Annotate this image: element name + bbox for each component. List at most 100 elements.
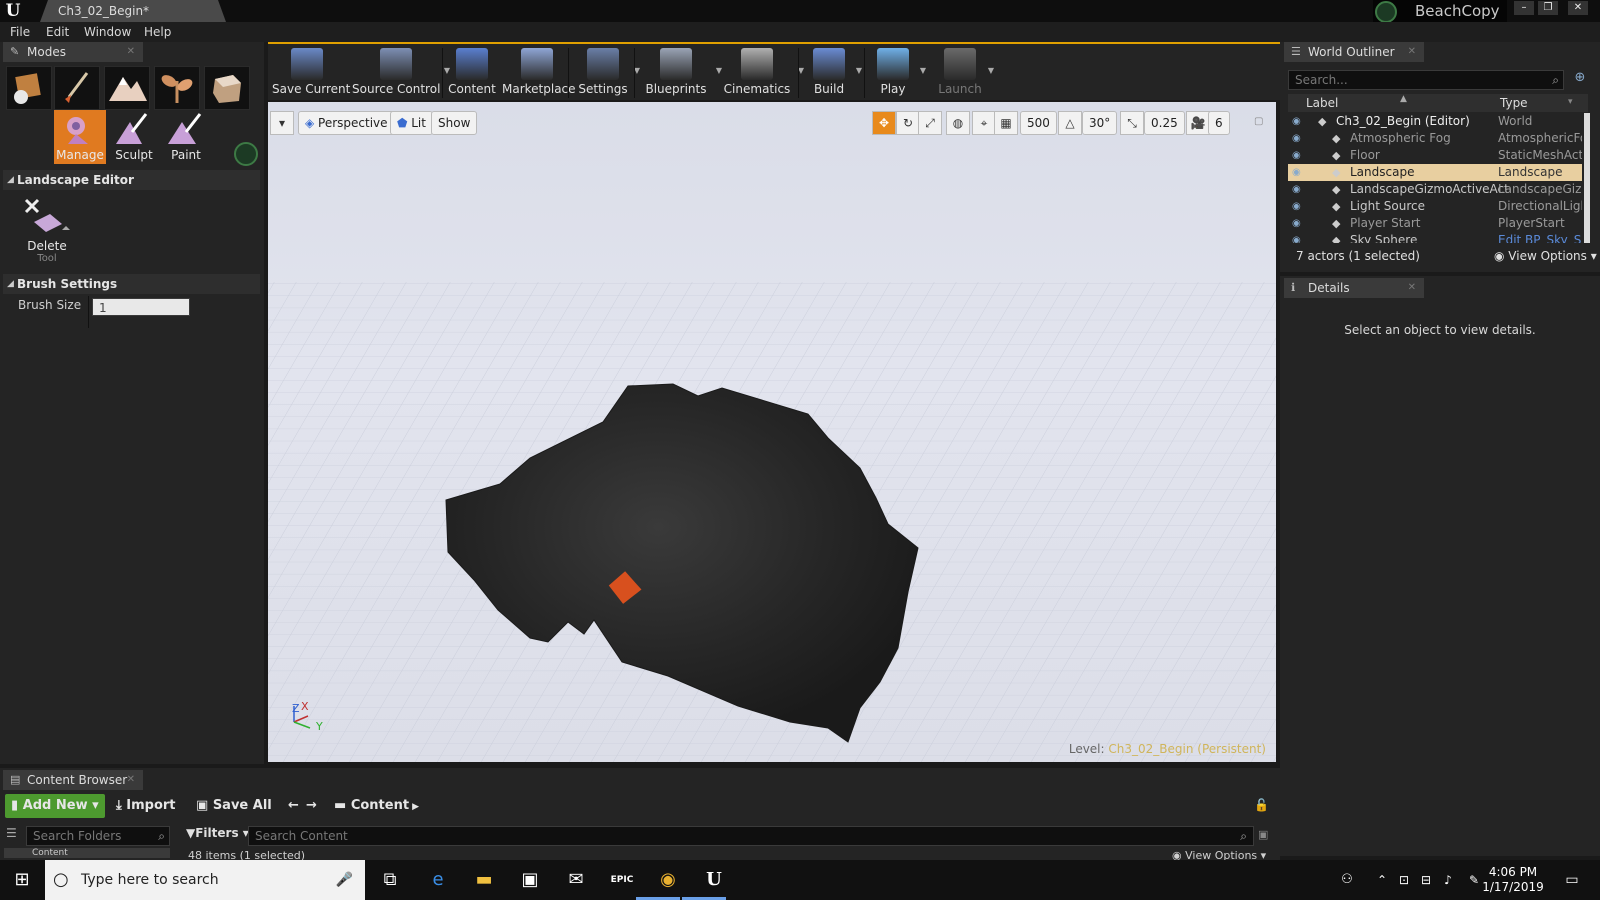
toolbar-content-button[interactable]: Content bbox=[448, 44, 496, 100]
outliner-row[interactable]: ◉ ◆ Player Start PlayerStart bbox=[1288, 215, 1582, 232]
volume-icon[interactable]: ♪ bbox=[1436, 868, 1460, 892]
delete-tool-button[interactable]: Delete Tool bbox=[20, 196, 74, 264]
sources-panel-icon[interactable]: ☰ bbox=[6, 826, 24, 844]
paint-button[interactable]: Paint bbox=[160, 110, 212, 164]
microphone-icon[interactable]: 🎤 bbox=[336, 860, 353, 900]
scale-snap-value[interactable]: 0.25 bbox=[1144, 111, 1185, 135]
toolbar-launch-button[interactable]: Launch ▼ bbox=[936, 44, 994, 100]
outliner-row[interactable]: ◉ ◆ Light Source DirectionalLight bbox=[1288, 198, 1582, 215]
outliner-row[interactable]: ◉ ◆ Floor StaticMeshActor bbox=[1288, 147, 1582, 164]
scale-snap-icon[interactable]: ⤡ bbox=[1120, 111, 1144, 135]
outliner-row[interactable]: ◉ ◆ Ch3_02_Begin (Editor) World bbox=[1288, 113, 1582, 130]
dropdown-icon[interactable]: ▼ bbox=[988, 66, 994, 75]
unreal-editor-taskbar-icon[interactable]: U bbox=[702, 868, 726, 892]
menu-file[interactable]: File bbox=[10, 25, 30, 39]
network-icon[interactable]: ⊟ bbox=[1414, 868, 1438, 892]
edge-browser-icon[interactable]: e bbox=[426, 868, 450, 892]
mail-icon[interactable]: ✉ bbox=[564, 868, 588, 892]
mode-foliage-button[interactable] bbox=[154, 66, 200, 110]
menu-edit[interactable]: Edit bbox=[46, 25, 69, 39]
lock-icon[interactable]: 🔓 bbox=[1254, 798, 1269, 812]
history-forward-icon[interactable]: → bbox=[306, 794, 317, 818]
toolbar-marketplace-button[interactable]: Marketplace bbox=[502, 44, 576, 100]
folder-tree-row[interactable]: Content bbox=[4, 848, 170, 858]
visibility-eye-icon[interactable]: ◉ bbox=[1292, 232, 1301, 243]
outliner-scrollbar[interactable] bbox=[1584, 113, 1590, 243]
document-tab[interactable]: Ch3_02_Begin* bbox=[40, 0, 226, 22]
camera-speed-icon[interactable]: 🎥 bbox=[1186, 111, 1210, 135]
file-explorer-icon[interactable]: ▬ bbox=[472, 868, 496, 892]
visibility-eye-icon[interactable]: ◉ bbox=[1292, 181, 1301, 198]
brush-size-field[interactable]: 1 bbox=[92, 298, 190, 316]
taskbar-clock[interactable]: 4:06 PM 1/17/2019 bbox=[1478, 865, 1548, 895]
camera-speed-value[interactable]: 6 bbox=[1208, 111, 1230, 135]
translate-mode-icon[interactable]: ✥ bbox=[872, 111, 896, 135]
dropdown-icon[interactable]: ▼ bbox=[920, 66, 926, 75]
grid-snap-icon[interactable]: ▦ bbox=[994, 111, 1018, 135]
visibility-eye-icon[interactable]: ◉ bbox=[1292, 147, 1301, 164]
tab-details[interactable]: ℹ Details ✕ bbox=[1284, 278, 1424, 298]
sculpt-button[interactable]: Sculpt bbox=[108, 110, 160, 164]
menu-help[interactable]: Help bbox=[144, 25, 171, 39]
store-icon[interactable]: ▣ bbox=[518, 868, 542, 892]
visibility-eye-icon[interactable]: ◉ bbox=[1292, 113, 1301, 130]
perspective-button[interactable]: ◈ Perspective bbox=[298, 111, 395, 135]
label-column-header[interactable]: Label bbox=[1306, 96, 1338, 110]
history-back-icon[interactable]: ← bbox=[288, 794, 299, 818]
close-button[interactable]: ✕ bbox=[1568, 1, 1588, 15]
people-icon[interactable]: ⚇ bbox=[1335, 868, 1359, 892]
close-tab-icon[interactable]: ✕ bbox=[1408, 278, 1416, 298]
dropdown-icon[interactable]: ▾ bbox=[1568, 97, 1573, 107]
search-folders-input[interactable]: Search Folders ⌕ bbox=[26, 826, 170, 846]
scale-mode-icon[interactable]: ⤢ bbox=[918, 111, 942, 135]
toolbar-blueprints-button[interactable]: Blueprints ▼ bbox=[640, 44, 722, 100]
mode-place-button[interactable] bbox=[6, 66, 52, 110]
outliner-row[interactable]: ◉ ◆ Atmospheric Fog AtmosphericFog bbox=[1288, 130, 1582, 147]
lit-button[interactable]: ⬟ Lit bbox=[390, 111, 433, 135]
outliner-search-input[interactable]: Search... ⌕ bbox=[1288, 70, 1564, 90]
menu-window[interactable]: Window bbox=[84, 25, 131, 39]
viewport-options-button[interactable]: ▾ bbox=[270, 111, 294, 135]
toolbar-build-button[interactable]: Build ▼ bbox=[806, 44, 862, 100]
outliner-view-options[interactable]: ◉ View Options ▾ bbox=[1494, 249, 1597, 263]
rotation-snap-icon[interactable]: △ bbox=[1058, 111, 1082, 135]
brush-settings-section[interactable]: ◢ Brush Settings bbox=[3, 274, 260, 294]
save-all-button[interactable]: ▣ Save All bbox=[196, 794, 272, 818]
add-new-button[interactable]: ▮ Add New ▾ bbox=[5, 794, 105, 818]
minimize-button[interactable]: – bbox=[1514, 1, 1534, 15]
show-hidden-icons-icon[interactable]: ⌃ bbox=[1370, 868, 1394, 892]
surface-snap-icon[interactable]: ⌖ bbox=[972, 111, 996, 135]
type-column-header[interactable]: Type bbox=[1500, 96, 1528, 110]
tab-world-outliner[interactable]: ☰ World Outliner ✕ bbox=[1284, 42, 1424, 62]
notifications-icon[interactable]: ▭ bbox=[1560, 868, 1584, 892]
maximize-viewport-icon[interactable]: ▢ bbox=[1254, 116, 1263, 127]
landscape-editor-section[interactable]: ◢ Landscape Editor bbox=[3, 170, 260, 190]
toolbar-settings-button[interactable]: Settings ▼ bbox=[576, 44, 640, 100]
manage-button[interactable]: Manage bbox=[54, 110, 106, 164]
content-path-root[interactable]: ▬ Content ▶ bbox=[334, 794, 419, 818]
close-tab-icon[interactable]: ✕ bbox=[127, 770, 135, 790]
rotate-mode-icon[interactable]: ↻ bbox=[896, 111, 920, 135]
visibility-eye-icon[interactable]: ◉ bbox=[1292, 198, 1301, 215]
show-button[interactable]: Show bbox=[431, 111, 478, 135]
security-icon[interactable]: ⊡ bbox=[1392, 868, 1416, 892]
save-search-icon[interactable]: ▣ bbox=[1258, 828, 1268, 841]
outliner-row[interactable]: ◉ ◆ Sky Sphere Edit BP_Sky_S bbox=[1288, 232, 1582, 243]
close-tab-icon[interactable]: ✕ bbox=[1408, 42, 1416, 62]
mode-landscape-button[interactable] bbox=[104, 66, 150, 110]
chrome-icon[interactable]: ◉ bbox=[656, 868, 680, 892]
toolbar-save-current-button[interactable]: Save Current bbox=[272, 44, 350, 100]
taskbar-search-box[interactable]: ○ Type here to search 🎤 bbox=[45, 860, 365, 900]
search-content-input[interactable]: Search Content ⌕ bbox=[248, 826, 1254, 846]
import-button[interactable]: ⤓ Import bbox=[116, 794, 176, 818]
visibility-eye-icon[interactable]: ◉ bbox=[1292, 215, 1301, 232]
outliner-row[interactable]: ◉ ◆ Landscape Landscape bbox=[1288, 164, 1582, 181]
visibility-eye-icon[interactable]: ◉ bbox=[1292, 164, 1301, 181]
tab-modes[interactable]: ✎ Modes ✕ bbox=[3, 42, 143, 62]
rotation-snap-value[interactable]: 30° bbox=[1082, 111, 1118, 135]
grid-snap-value[interactable]: 500 bbox=[1020, 111, 1057, 135]
level-viewport[interactable]: Z X Y ▾ ◈ Perspective ⬟ Lit Show ✥ ↻ ⤢ ◍… bbox=[268, 102, 1276, 762]
toolbar-play-button[interactable]: Play ▼ bbox=[870, 44, 926, 100]
world-local-icon[interactable]: ◍ bbox=[946, 111, 970, 135]
mode-geometry-button[interactable] bbox=[204, 66, 250, 110]
